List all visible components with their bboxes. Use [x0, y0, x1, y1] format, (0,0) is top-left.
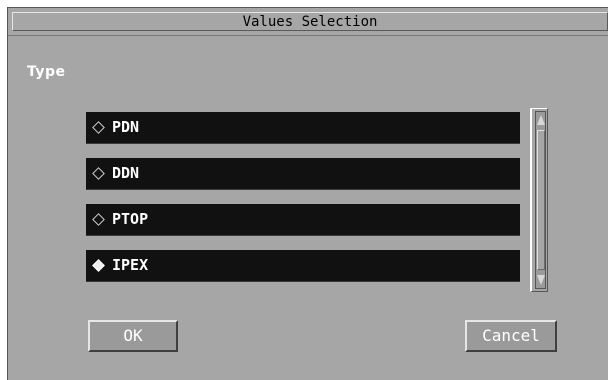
diamond-outline-icon	[92, 121, 105, 134]
vertical-scrollbar[interactable]	[530, 108, 548, 292]
option-item-ipex[interactable]: IPEX	[86, 250, 520, 282]
option-label: PTOP	[112, 210, 149, 228]
scroll-thumb[interactable]	[537, 130, 545, 270]
dialog-title: Values Selection	[242, 14, 378, 30]
ok-button[interactable]: OK	[88, 320, 178, 352]
diamond-filled-icon	[92, 259, 105, 272]
values-selection-dialog: Values Selection Type PDN DDN PTOP IPEX …	[7, 7, 608, 380]
diamond-outline-icon	[92, 213, 105, 226]
option-label: IPEX	[112, 256, 149, 274]
option-item-ptop[interactable]: PTOP	[86, 204, 520, 236]
diamond-outline-icon	[92, 167, 105, 180]
scroll-down-arrow-icon[interactable]	[537, 275, 545, 285]
scroll-track[interactable]	[535, 111, 546, 289]
title-bar-inner: Values Selection	[12, 12, 608, 31]
title-bar[interactable]: Values Selection	[8, 8, 608, 36]
option-label: DDN	[112, 164, 140, 182]
cancel-button[interactable]: Cancel	[465, 320, 557, 352]
option-label: PDN	[112, 118, 140, 136]
option-item-pdn[interactable]: PDN	[86, 112, 520, 144]
type-label: Type	[27, 64, 66, 80]
scroll-up-arrow-icon[interactable]	[537, 115, 545, 125]
option-item-ddn[interactable]: DDN	[86, 158, 520, 190]
